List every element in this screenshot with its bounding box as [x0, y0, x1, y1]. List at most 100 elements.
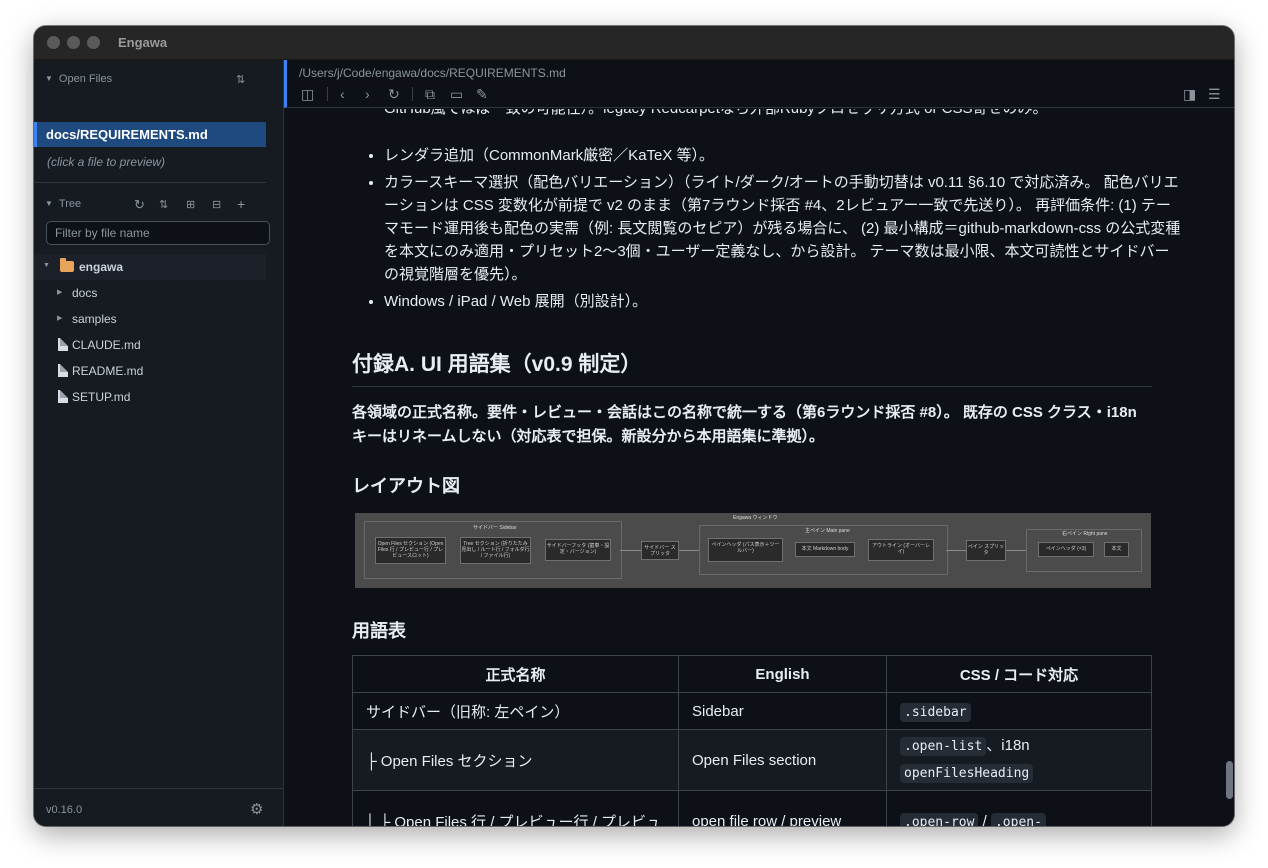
table-cell: .sidebar — [886, 692, 1152, 730]
reload-icon[interactable]: ↻ — [388, 86, 400, 103]
diagram-box: サイドバーフッタ (歯車・設定・バージョン) — [545, 539, 611, 561]
add-icon[interactable]: + — [237, 196, 245, 212]
diagram-right-label: 右ペイン Right pane — [1062, 531, 1108, 537]
diagram-box: サイドバー スプリッタ — [641, 541, 679, 560]
table-row: サイドバー（旧称: 左ペイン） Sidebar .sidebar — [352, 692, 1152, 730]
refresh-icon[interactable]: ↻ — [134, 197, 145, 213]
split-pane-icon[interactable]: ◨ — [1183, 86, 1196, 103]
back-icon[interactable]: ‹ — [340, 86, 345, 102]
list-item: レンダラ追加（CommonMark厳密／KaTeX 等）。 — [384, 144, 1184, 167]
code-span: .open-list — [900, 737, 987, 756]
cell-text: / — [978, 812, 991, 827]
diagram-connector — [946, 550, 966, 551]
collapse-all-icon[interactable]: ⊟ — [212, 198, 221, 211]
section-divider — [34, 182, 266, 183]
table-header-row: 正式名称 English CSS / コード対応 — [352, 655, 1152, 693]
zoom-window-button[interactable] — [87, 36, 100, 49]
sort-icon[interactable]: ⇅ — [236, 73, 245, 86]
tree-item-label: samples — [72, 312, 117, 326]
open-files-heading[interactable]: ▼ Open Files — [45, 73, 112, 85]
table-row: ├ Open Files セクション Open Files section .o… — [352, 729, 1152, 791]
gear-icon[interactable]: ⚙ — [250, 800, 263, 818]
table-cell: │ ├ Open Files 行 / プレビュー行 / プレビュ — [352, 790, 679, 826]
diagram-box: ペインヘッダ (×3) — [1038, 542, 1094, 557]
collapse-triangle-icon: ▼ — [45, 74, 53, 83]
path-display: /Users/j/Code/engawa/docs/REQUIREMENTS.m… — [299, 66, 566, 80]
tree-item-samples[interactable]: ▶ samples — [34, 306, 266, 332]
sidebar: ▼ Open Files ⇅ docs/REQUIREMENTS.md (clic… — [34, 60, 284, 826]
footer-divider — [34, 788, 283, 789]
diagram-box: アウトライン (オーバーレイ) — [868, 539, 934, 561]
table-cell: .open-list 、i18n openFilesHeading — [886, 729, 1152, 791]
scrollbar[interactable] — [1224, 109, 1234, 826]
file-icon — [58, 390, 68, 403]
table-header: CSS / コード対応 — [886, 655, 1152, 693]
diagram-box: 本文 Markdown body — [795, 542, 855, 557]
code-span: .sidebar — [900, 702, 971, 722]
version-label: v0.16.0 — [46, 804, 83, 816]
cell-text: 、i18n — [986, 737, 1030, 754]
file-icon — [58, 338, 68, 351]
appendix-paragraph: 各領域の正式名称。要件・レビュー・会話はこの名称で統一する（第6ラウンド採否 #… — [352, 404, 1137, 445]
diagram-main-label: 主ペイン Main pane — [805, 528, 850, 534]
diagram-title: Engawa ウィンドウ — [733, 515, 778, 521]
toolbar-separator — [412, 87, 413, 101]
chevron-right-icon: ▶ — [57, 289, 63, 296]
table-cell: サイドバー（旧称: 左ペイン） — [352, 692, 679, 730]
window-title: Engawa — [118, 35, 168, 50]
close-window-button[interactable] — [47, 36, 60, 49]
table-row: │ ├ Open Files 行 / プレビュー行 / プレビュ open fi… — [352, 790, 1152, 827]
diagram-sidebar-label: サイドバー Sidebar — [473, 525, 517, 531]
tree-heading-label: Tree — [58, 198, 82, 210]
sidebar-toggle-icon[interactable]: ◫ — [301, 86, 314, 103]
forward-icon[interactable]: › — [365, 86, 370, 102]
table-cell: Open Files section — [678, 729, 887, 791]
terms-heading: 用語表 — [352, 621, 406, 641]
toolbar-separator — [327, 87, 328, 101]
table-cell: Sidebar — [678, 692, 887, 730]
code-span: .open-row — [900, 812, 979, 826]
tree-item-label: docs — [72, 286, 98, 300]
expand-all-icon[interactable]: ⊞ — [186, 198, 195, 211]
table-header: 正式名称 — [352, 655, 679, 693]
diagram-box: 本文 — [1104, 542, 1129, 557]
appendix-heading: 付録A. UI 用語集（v0.9 制定） — [352, 348, 1152, 387]
collapse-triangle-icon: ▼ — [45, 199, 53, 208]
table-cell: .open-row / .open- — [886, 790, 1152, 827]
bullet-list: レンダラ追加（CommonMark厳密／KaTeX 等）。 カラースキーマ選択（… — [352, 144, 1184, 317]
list-item: Windows / iPad / Web 展開（別設計）。 — [384, 290, 1184, 313]
folder-open-icon[interactable]: ▭ — [450, 86, 463, 103]
tree-item-readme-md[interactable]: README.md — [34, 358, 266, 384]
diagram-connector — [620, 550, 641, 551]
tree-item-label: SETUP.md — [72, 390, 131, 404]
markdown-body: GitHub風でほぼ一致の可能性）。legacy Redcarpetなら外部Ru… — [284, 109, 1224, 826]
main-pane: /Users/j/Code/engawa/docs/REQUIREMENTS.m… — [284, 60, 1234, 826]
edit-icon[interactable]: ✎ — [476, 86, 488, 103]
tree-root-row[interactable]: ▼ engawa — [34, 254, 266, 280]
list-item: カラースキーマ選択（配色バリエーション）（ライト/ダーク/オートの手動切替は v… — [384, 171, 1184, 286]
open-file-label: docs/REQUIREMENTS.md — [46, 127, 208, 142]
scrollbar-thumb[interactable] — [1226, 761, 1233, 799]
tree-heading[interactable]: ▼ Tree — [45, 198, 81, 210]
pane-header: /Users/j/Code/engawa/docs/REQUIREMENTS.m… — [284, 60, 1234, 108]
tree-item-claude-md[interactable]: CLAUDE.md — [34, 332, 266, 358]
chevron-right-icon: ▶ — [57, 315, 63, 322]
outline-icon[interactable]: ☰ — [1208, 86, 1221, 103]
preview-hint: (click a file to preview) — [47, 155, 166, 169]
tree-item-label: README.md — [72, 364, 144, 378]
copy-icon[interactable]: ⧉ — [425, 86, 435, 103]
chevron-down-icon: ▼ — [43, 262, 50, 269]
open-file-row[interactable]: docs/REQUIREMENTS.md — [34, 122, 266, 147]
filter-input[interactable] — [46, 221, 270, 245]
table-header: English — [678, 655, 887, 693]
diagram-connector — [1006, 550, 1026, 551]
diagram-box: Open Files セクション (Open Files 行 / プレビュー行 … — [375, 537, 446, 564]
tree-item-docs[interactable]: ▶ docs — [34, 280, 266, 306]
code-span: openFilesHeading — [900, 764, 1034, 783]
minimize-window-button[interactable] — [67, 36, 80, 49]
layout-diagram: Engawa ウィンドウ サイドバー Sidebar Open Files セク… — [355, 513, 1151, 588]
tree-item-label: CLAUDE.md — [72, 338, 141, 352]
tree-item-setup-md[interactable]: SETUP.md — [34, 384, 266, 410]
sort-icon[interactable]: ⇅ — [159, 198, 168, 211]
open-files-heading-label: Open Files — [58, 73, 113, 85]
